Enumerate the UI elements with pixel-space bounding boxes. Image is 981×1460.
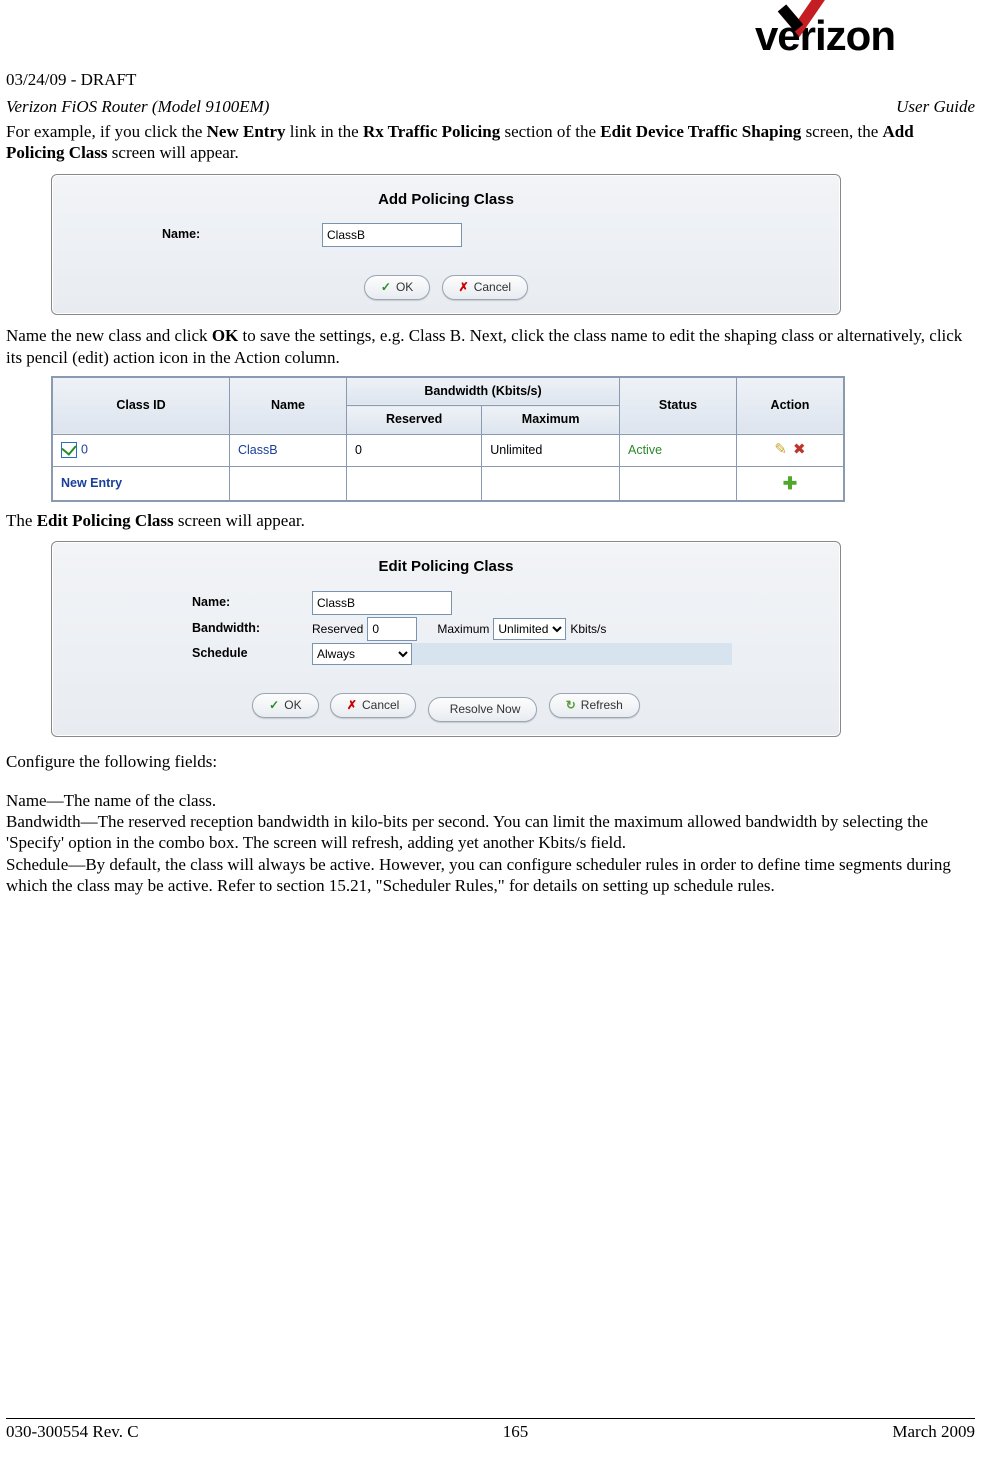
col-reserved: Reserved (347, 406, 482, 435)
new-entry-row[interactable]: New Entry ✚ (53, 466, 844, 500)
col-name: Name (230, 377, 347, 434)
paragraph-1: For example, if you click the New Entry … (6, 121, 975, 164)
verizon-logo: verizon (755, 10, 895, 63)
panel-title: Add Policing Class (52, 185, 840, 224)
cell-status: Active (620, 435, 737, 467)
edit-policing-class-panel: Edit Policing Class Name: Bandwidth: Res… (51, 541, 841, 736)
policing-class-table: Class ID Name Bandwidth (Kbits/s) Status… (51, 376, 845, 502)
bandwidth-label: Bandwidth: (192, 621, 312, 637)
check-icon: ✓ (381, 280, 391, 295)
checkmark-icon (777, 0, 837, 51)
logo-area: verizon (6, 10, 975, 63)
paragraph-2: Name the new class and click OK to save … (6, 325, 975, 368)
table-header-row: Class ID Name Bandwidth (Kbits/s) Status… (53, 377, 844, 406)
def-bandwidth-title: Bandwidth (6, 812, 81, 831)
new-entry-link[interactable]: New Entry (53, 466, 230, 500)
refresh-icon: ↻ (566, 698, 576, 713)
col-bandwidth: Bandwidth (Kbits/s) (347, 377, 620, 406)
check-icon: ✓ (269, 698, 279, 713)
refresh-button[interactable]: ↻Refresh (549, 693, 640, 718)
draft-date-line: 03/24/09 - DRAFT (6, 69, 975, 90)
panel-title: Edit Policing Class (52, 552, 840, 591)
footer-date: March 2009 (892, 1421, 975, 1442)
footer-page: 165 (503, 1421, 529, 1442)
cancel-button[interactable]: ✗Cancel (442, 275, 528, 300)
col-status: Status (620, 377, 737, 434)
kbits-label: Kbits/s (570, 622, 606, 637)
plus-icon[interactable]: ✚ (783, 474, 797, 493)
ok-button[interactable]: ✓OK (364, 275, 430, 300)
doc-type: User Guide (896, 96, 975, 117)
def-schedule-desc: —By default, the class will always be ac… (6, 855, 951, 895)
reserved-input[interactable] (367, 617, 417, 641)
ok-button[interactable]: ✓OK (252, 693, 318, 718)
definitions-block: Name—The name of the class. Bandwidth—Th… (6, 790, 975, 896)
maximum-text: Maximum (437, 622, 489, 637)
footer-rev: 030-300554 Rev. C (6, 1421, 139, 1442)
col-class-id: Class ID (53, 377, 230, 434)
delete-icon[interactable]: ✖ (793, 441, 806, 458)
product-name: Verizon FiOS Router (Model 9100EM) (6, 96, 269, 117)
cell-reserved: 0 (347, 435, 482, 467)
name-label: Name: (192, 595, 312, 611)
cell-class-id[interactable]: 0 (53, 435, 230, 467)
paragraph-4: Configure the following fields: (6, 751, 975, 772)
cell-action: ✎✖ (737, 435, 844, 467)
def-bandwidth-desc: —The reserved reception bandwidth in kil… (6, 812, 928, 852)
col-action: Action (737, 377, 844, 434)
paragraph-3: The Edit Policing Class screen will appe… (6, 510, 975, 531)
name-label: Name: (162, 227, 322, 243)
reserved-text: Reserved (312, 622, 363, 637)
col-maximum: Maximum (482, 406, 620, 435)
add-policing-class-panel: Add Policing Class Name: ✓OK ✗Cancel (51, 174, 841, 316)
schedule-select[interactable]: Always (312, 643, 412, 665)
checkbox-icon[interactable] (61, 442, 77, 458)
x-icon: ✗ (347, 698, 357, 713)
cell-maximum: Unlimited (482, 435, 620, 467)
maximum-select[interactable]: Unlimited (493, 618, 566, 640)
x-icon: ✗ (459, 280, 469, 295)
def-schedule-title: Schedule (6, 855, 68, 874)
name-input[interactable] (312, 591, 452, 615)
resolve-now-button[interactable]: Resolve Now (428, 697, 538, 722)
def-name-title: Name (6, 791, 47, 810)
page-footer: 030-300554 Rev. C 165 March 2009 (6, 1418, 975, 1442)
table-row: 0 ClassB 0 Unlimited Active ✎✖ (53, 435, 844, 467)
sub-header: Verizon FiOS Router (Model 9100EM) User … (6, 96, 975, 117)
name-input[interactable] (322, 223, 462, 247)
pencil-icon[interactable]: ✎ (774, 441, 787, 458)
def-name-desc: —The name of the class. (47, 791, 216, 810)
cell-name[interactable]: ClassB (230, 435, 347, 467)
schedule-label: Schedule (192, 646, 312, 662)
cancel-button[interactable]: ✗Cancel (330, 693, 416, 718)
